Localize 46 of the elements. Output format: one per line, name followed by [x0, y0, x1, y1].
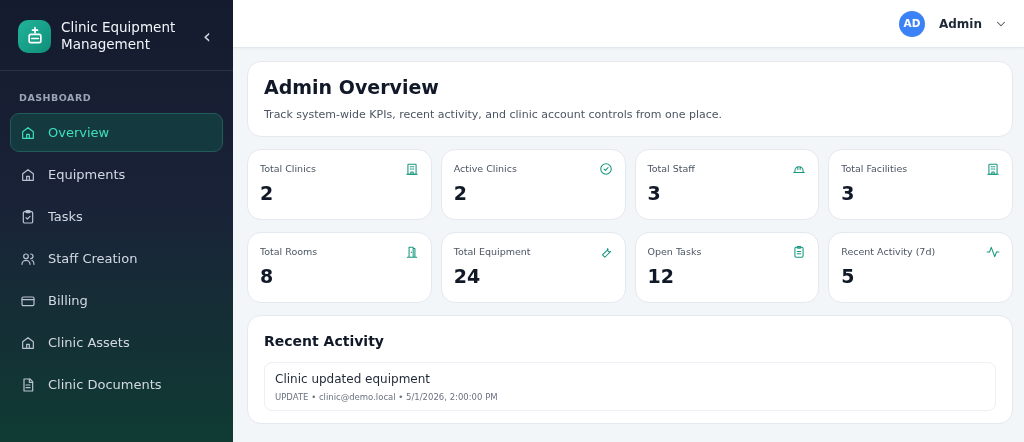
- door-icon: [404, 245, 419, 260]
- users-icon: [20, 250, 36, 267]
- stat-value: 5: [841, 265, 856, 287]
- document-icon: [20, 376, 36, 393]
- sidebar-item[interactable]: Tasks: [10, 197, 223, 237]
- user-menu-button[interactable]: Admin: [938, 14, 982, 33]
- sidebar-item[interactable]: Clinic Assets: [10, 323, 223, 363]
- stat-label: Total Staff: [647, 162, 695, 177]
- stat-value: 12: [647, 265, 675, 287]
- stat-label: Total Equipment: [453, 245, 531, 260]
- sidebar-item[interactable]: Clinic Documents: [10, 365, 223, 405]
- user-avatar[interactable]: AD: [898, 10, 925, 37]
- stat-label: Recent Activity (7d): [841, 245, 936, 260]
- building-icon: [986, 162, 1000, 177]
- collapse-button[interactable]: ‹: [199, 26, 215, 46]
- stat-label: Active Clinics: [453, 162, 517, 177]
- stat-value: 3: [841, 182, 856, 204]
- clipboard-check-icon: [20, 208, 36, 225]
- building-icon: [404, 162, 419, 177]
- activity-title: Clinic updated equipment: [275, 371, 432, 389]
- home-icon: [20, 124, 36, 141]
- home-icon: [20, 334, 36, 351]
- sidebar-item[interactable]: Equipments: [10, 155, 223, 195]
- sidebar-item[interactable]: Overview: [10, 113, 223, 153]
- app-title: Clinic Equipment Management: [61, 19, 177, 53]
- stat-value: 24: [453, 265, 482, 287]
- stat-value: 2: [260, 182, 275, 204]
- stat-value: 8: [260, 265, 275, 287]
- activity-icon: [986, 245, 1000, 260]
- check-circle-icon: [598, 162, 613, 177]
- stat-label: Total Facilities: [841, 162, 908, 177]
- clipboard-icon: [792, 245, 807, 260]
- stat-value: 3: [647, 182, 662, 204]
- page-title: Admin Overview: [264, 76, 440, 99]
- section-title: Recent Activity: [264, 333, 385, 351]
- sidebar-item[interactable]: Billing: [10, 281, 223, 321]
- sidebar-item[interactable]: Staff Creation: [10, 239, 223, 279]
- stat-value: 2: [453, 182, 468, 204]
- stat-label: Open Tasks: [647, 245, 702, 260]
- page-subtitle: Track system-wide KPIs, recent activity, and clinic account controls from one place.: [264, 106, 724, 123]
- logo-icon: [18, 19, 51, 53]
- home-icon: [20, 166, 36, 183]
- stat-label: Total Clinics: [260, 162, 316, 177]
- stat-label: Total Rooms: [260, 245, 318, 260]
- activity-meta: UPDATE • clinic@demo.local • 5/1/2026, 2:00:00 PM: [275, 391, 499, 404]
- section-label: DASHBOARD: [18, 91, 93, 105]
